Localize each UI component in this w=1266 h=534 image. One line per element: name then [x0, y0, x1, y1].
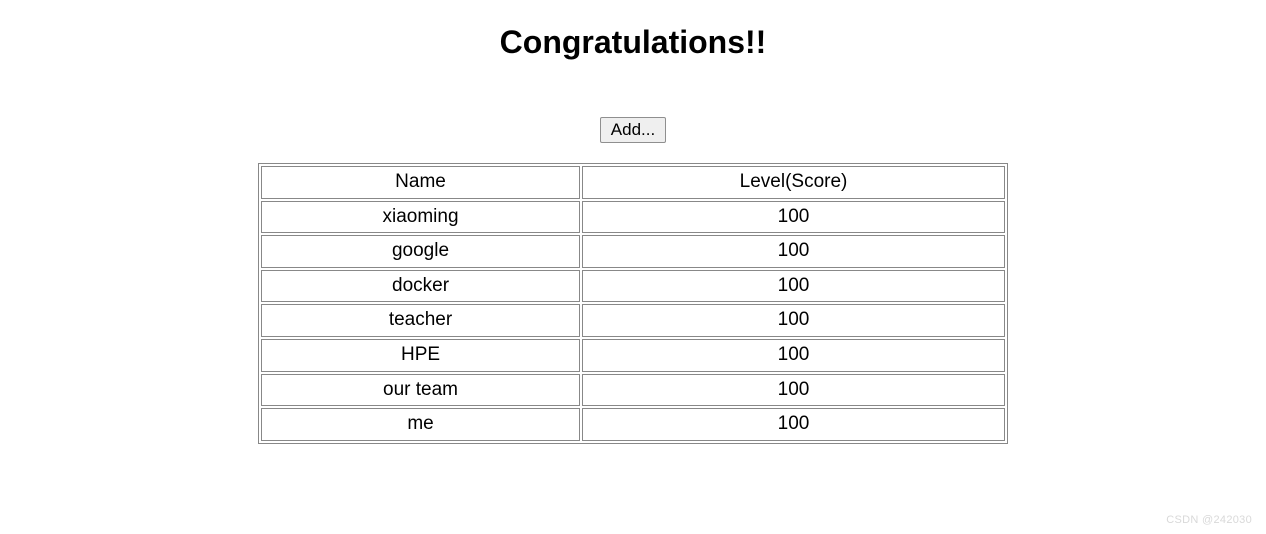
cell-score: 100: [582, 270, 1005, 303]
add-button[interactable]: Add...: [600, 117, 666, 143]
cell-score: 100: [582, 304, 1005, 337]
cell-name: HPE: [261, 339, 580, 372]
table-row: teacher 100: [261, 304, 1005, 337]
cell-score: 100: [582, 201, 1005, 234]
score-table: Name Level(Score) xiaoming 100 google 10…: [258, 163, 1008, 444]
cell-score: 100: [582, 235, 1005, 268]
table-row: docker 100: [261, 270, 1005, 303]
cell-name: docker: [261, 270, 580, 303]
add-button-wrap: Add...: [0, 117, 1266, 143]
cell-name: our team: [261, 374, 580, 407]
table-row: our team 100: [261, 374, 1005, 407]
cell-name: me: [261, 408, 580, 441]
table-row: xiaoming 100: [261, 201, 1005, 234]
table-row: HPE 100: [261, 339, 1005, 372]
table-row: google 100: [261, 235, 1005, 268]
header-name: Name: [261, 166, 580, 199]
table-row: me 100: [261, 408, 1005, 441]
page-title: Congratulations!!: [0, 24, 1266, 61]
cell-name: xiaoming: [261, 201, 580, 234]
cell-score: 100: [582, 374, 1005, 407]
cell-name: teacher: [261, 304, 580, 337]
cell-score: 100: [582, 408, 1005, 441]
page-container: Congratulations!! Add... Name Level(Scor…: [0, 24, 1266, 444]
cell-score: 100: [582, 339, 1005, 372]
table-header-row: Name Level(Score): [261, 166, 1005, 199]
cell-name: google: [261, 235, 580, 268]
header-score: Level(Score): [582, 166, 1005, 199]
watermark: CSDN @242030: [1166, 514, 1252, 526]
